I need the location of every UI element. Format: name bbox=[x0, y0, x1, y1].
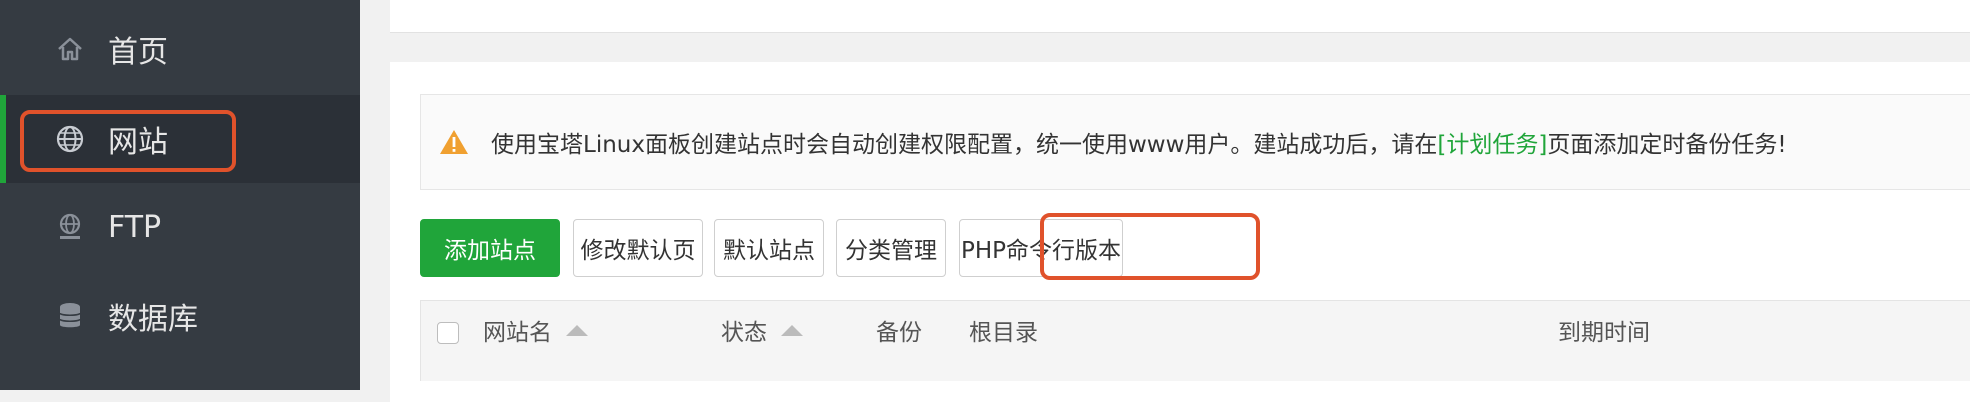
category-manage-button[interactable]: 分类管理 bbox=[836, 219, 946, 277]
sidebar-item-database[interactable]: 数据库 bbox=[0, 272, 360, 360]
column-status[interactable]: 状态 bbox=[721, 301, 803, 359]
sidebar-item-ftp[interactable]: FTP bbox=[0, 183, 360, 271]
notice-text: 使用宝塔Linux面板创建站点时会自动创建权限配置，统一使用www用户。建站成功… bbox=[491, 132, 1787, 158]
column-backup: 备份 bbox=[876, 320, 922, 346]
home-icon bbox=[54, 33, 86, 65]
scheduled-tasks-link[interactable]: [计划任务] bbox=[1437, 132, 1547, 158]
column-site-name[interactable]: 网站名 bbox=[483, 301, 588, 359]
top-card bbox=[390, 0, 1970, 33]
sidebar-item-label: 数据库 bbox=[108, 302, 198, 337]
column-root-dir: 根目录 bbox=[969, 320, 1038, 346]
sort-asc-icon bbox=[781, 324, 803, 336]
database-icon bbox=[54, 300, 86, 332]
sidebar-item-home[interactable]: 首页 bbox=[0, 5, 360, 93]
add-site-button[interactable]: 添加站点 bbox=[420, 219, 560, 277]
sidebar-item-label: 首页 bbox=[108, 35, 168, 70]
table-header: 网站名 状态 备份 根目录 到期时间 bbox=[420, 300, 1970, 381]
warning-icon bbox=[440, 130, 468, 154]
column-expire-time[interactable]: 到期时间 bbox=[1558, 301, 1650, 359]
content-area: 使用宝塔Linux面板创建站点时会自动创建权限配置，统一使用www用户。建站成功… bbox=[390, 0, 1970, 402]
sidebar-item-label: FTP bbox=[108, 209, 162, 245]
edit-default-page-button[interactable]: 修改默认页 bbox=[573, 219, 703, 277]
highlight-frame-website bbox=[20, 110, 236, 172]
sidebar: 首页 网站 FTP 数据库 bbox=[0, 0, 360, 390]
select-all-checkbox[interactable] bbox=[437, 322, 459, 344]
default-site-button[interactable]: 默认站点 bbox=[714, 219, 824, 277]
sort-asc-icon bbox=[566, 324, 588, 336]
highlight-frame-php-button bbox=[1040, 213, 1260, 280]
ftp-icon bbox=[54, 211, 86, 243]
notice-banner: 使用宝塔Linux面板创建站点时会自动创建权限配置，统一使用www用户。建站成功… bbox=[420, 94, 1970, 190]
